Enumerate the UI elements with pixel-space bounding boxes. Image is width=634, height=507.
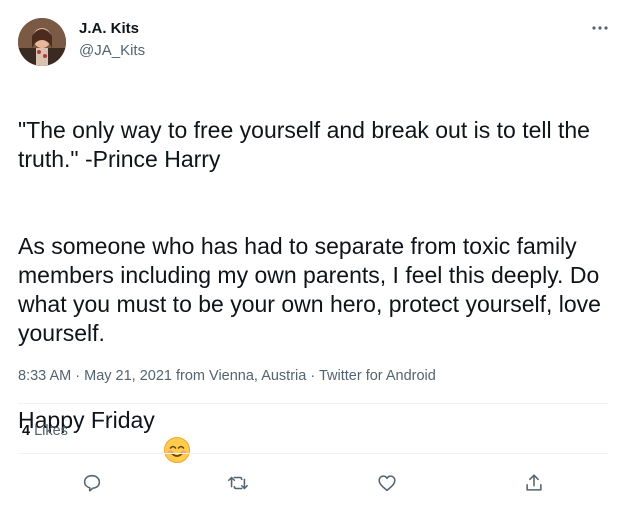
more-options-icon[interactable] [588, 18, 612, 38]
divider [18, 403, 608, 404]
share-button[interactable] [521, 470, 547, 496]
tweet-closing-line: Happy Friday [18, 406, 618, 463]
reply-icon [83, 474, 101, 492]
retweet-button[interactable] [225, 470, 251, 496]
likes-count: 4 [22, 423, 31, 439]
tweet-date[interactable]: May 21, 2021 [84, 368, 172, 384]
retweet-icon [228, 476, 248, 490]
tweet-body: As someone who has had to separate from … [18, 233, 601, 346]
tweet-card: J.A. Kits @JA_Kits "The only way to free… [0, 0, 634, 507]
heart-icon [378, 475, 396, 492]
meta-separator: · [310, 368, 316, 384]
author-handle[interactable]: @JA_Kits [79, 42, 145, 59]
reply-button[interactable] [79, 470, 105, 496]
tweet-quote: "The only way to free yourself and break… [18, 117, 590, 172]
meta-separator: · [75, 368, 81, 384]
tweet-location[interactable]: from Vienna, Austria [176, 368, 306, 384]
tweet-time[interactable]: 8:33 AM [18, 368, 71, 384]
divider [18, 453, 608, 454]
tweet-meta: 8:33 AM · May 21, 2021 from Vienna, Aust… [18, 368, 436, 384]
author-name[interactable]: J.A. Kits [79, 20, 139, 37]
likes-stat[interactable]: 4 Likes [22, 423, 68, 439]
tweet-text: "The only way to free yourself and break… [18, 87, 618, 464]
share-icon [526, 474, 542, 491]
avatar[interactable] [18, 18, 66, 66]
smiling-face-emoji-icon [163, 407, 191, 463]
likes-label: Likes [34, 423, 68, 439]
like-button[interactable] [374, 470, 400, 496]
avatar-image [18, 18, 66, 66]
tweet-source[interactable]: Twitter for Android [319, 368, 436, 384]
